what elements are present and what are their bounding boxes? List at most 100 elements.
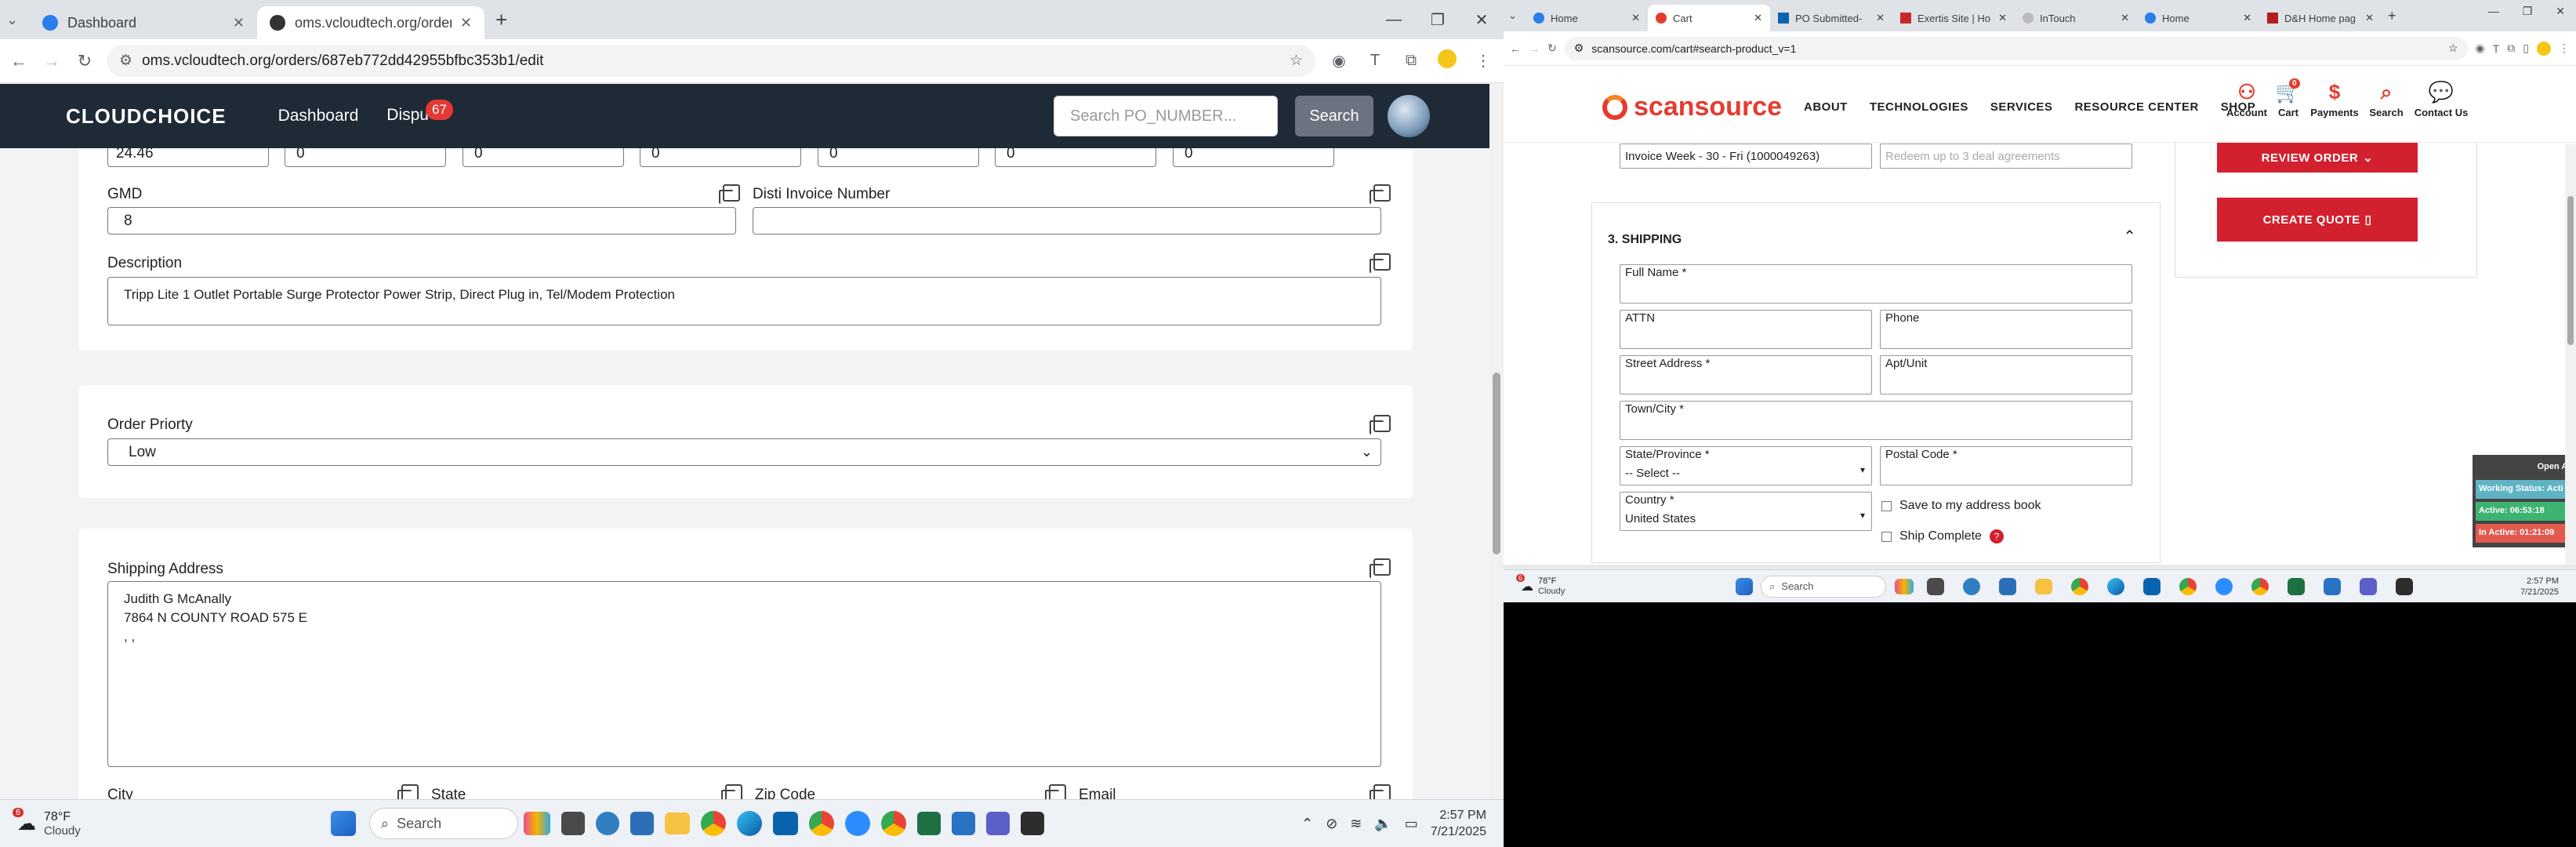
postal-field[interactable]: Postal Code * — [1880, 446, 2132, 485]
copy-icon[interactable] — [1370, 558, 1391, 578]
file-explorer-icon[interactable] — [561, 812, 585, 835]
shipping-address-textarea[interactable]: Judith G McAnally 7864 N COUNTY ROAD 575… — [107, 581, 1381, 767]
menu-icon[interactable]: ⋮ — [1471, 51, 1496, 71]
nav-about[interactable]: ABOUT — [1804, 100, 1848, 114]
copy-icon[interactable] — [719, 184, 740, 204]
ship-complete-checkbox[interactable] — [1881, 531, 1892, 542]
sticky-notes-icon[interactable] — [2396, 577, 2413, 595]
tab-search-icon[interactable]: ⌄ — [1508, 9, 1526, 22]
search-button[interactable]: Search — [1295, 96, 1373, 136]
street-field[interactable]: Street Address * — [1620, 355, 1872, 394]
calculator-icon[interactable] — [1999, 577, 2016, 595]
weather-widget[interactable]: ☁ 6 78°F Cloudy — [13, 807, 221, 838]
chrome-icon[interactable] — [881, 811, 906, 836]
contact-link[interactable]: 💬 Contact Us — [2410, 80, 2473, 118]
profile-icon[interactable] — [2537, 41, 2551, 56]
phone-field[interactable]: Phone — [1880, 310, 2132, 349]
url-field[interactable]: ⚙ oms.vcloudtech.org/orders/687eb772dd42… — [107, 45, 1315, 77]
scrollbar-thumb[interactable] — [1493, 373, 1500, 554]
copy-icon[interactable] — [1045, 784, 1066, 799]
close-icon[interactable]: ✕ — [1998, 12, 2007, 24]
tab-home[interactable]: Home ✕ — [1526, 5, 1648, 31]
app-icon[interactable] — [1963, 577, 1980, 595]
forward-icon[interactable]: → — [1529, 42, 1540, 55]
close-icon[interactable]: ✕ — [1754, 12, 1762, 24]
create-quote-button[interactable]: CREATE QUOTE ▯ — [2217, 198, 2418, 242]
town-field[interactable]: Town/City * — [1620, 401, 2132, 440]
calculator-icon[interactable] — [630, 812, 654, 835]
outlook-icon[interactable] — [773, 812, 798, 835]
full-name-field[interactable]: Full Name * — [1620, 264, 2132, 304]
close-icon[interactable]: ✕ — [225, 15, 245, 31]
translate-icon[interactable]: T — [1362, 52, 1388, 70]
close-icon[interactable]: ✕ — [2365, 12, 2374, 24]
maximize-icon[interactable]: ❐ — [2523, 5, 2533, 18]
help-icon[interactable]: ? — [1989, 529, 2004, 543]
state-select[interactable]: State/Province * -- Select -- ▾ — [1620, 446, 1872, 485]
url-field[interactable]: ⚙ scansource.com/cart#search-product_v=1 ☆ — [1564, 36, 2468, 60]
bookmark-star-icon[interactable]: ☆ — [1290, 52, 1303, 70]
description-textarea[interactable]: Tripp Lite 1 Outlet Portable Surge Prote… — [107, 277, 1381, 325]
chrome-icon[interactable] — [2251, 577, 2269, 595]
copy-icon[interactable] — [1370, 415, 1391, 434]
price-field-4[interactable]: 0 — [640, 148, 801, 167]
taskbar-search[interactable]: ⌕ Search — [369, 808, 518, 839]
folder-icon[interactable] — [665, 812, 690, 834]
chrome-icon[interactable] — [701, 811, 726, 836]
sticky-notes-icon[interactable] — [1021, 812, 1044, 835]
forward-icon[interactable]: → — [41, 51, 63, 71]
tab-orders[interactable]: oms.vcloudtech.org/orders/687 ✕ — [257, 6, 484, 39]
apt-field[interactable]: Apt/Unit — [1880, 355, 2132, 394]
tab-dh[interactable]: D&H Home pag ✕ — [2259, 5, 2382, 31]
nav-technologies[interactable]: TECHNOLOGIES — [1870, 100, 1968, 114]
scrollbar-thumb[interactable] — [2567, 196, 2574, 345]
profile-icon[interactable] — [1435, 49, 1460, 73]
attn-field[interactable]: ATTN — [1620, 310, 1872, 349]
widgets-icon[interactable] — [1895, 578, 1914, 594]
deal-field[interactable]: Redeem up to 3 deal agreements — [1880, 144, 2132, 169]
po-search-input[interactable]: Search PO_NUMBER... — [1054, 96, 1278, 136]
new-tab-icon[interactable]: + — [495, 8, 507, 32]
tab-cart[interactable]: Cart ✕ — [1648, 5, 1770, 31]
ship-complete-checkbox-row[interactable]: Ship Complete ? — [1881, 529, 2004, 543]
copy-icon[interactable] — [1370, 784, 1391, 799]
copy-icon[interactable] — [1370, 253, 1391, 273]
chevron-up-icon[interactable]: ⌃ — [1301, 816, 1313, 832]
taskbar-search[interactable]: ⌕ Search — [1761, 575, 1886, 598]
close-icon[interactable]: ✕ — [1876, 12, 1885, 24]
open-app-button[interactable]: Open Ap — [2476, 458, 2576, 477]
payments-link[interactable]: $ Payments — [2306, 80, 2363, 118]
price-field-5[interactable]: 0 — [818, 148, 979, 167]
app-icon[interactable] — [596, 812, 619, 835]
translate-icon[interactable]: T — [2493, 42, 2500, 55]
excel-icon[interactable] — [917, 812, 941, 835]
tab-intouch[interactable]: InTouch ✕ — [2015, 5, 2137, 31]
zoom-icon[interactable] — [845, 811, 870, 836]
search-link[interactable]: ⌕ Search — [2363, 80, 2410, 118]
chrome-icon[interactable] — [2179, 577, 2197, 595]
invoice-field[interactable]: Invoice Week - 30 - Fri (1000049263) — [1620, 144, 1872, 169]
price-field-1[interactable]: 24.46 — [107, 148, 269, 167]
close-icon[interactable]: ✕ — [452, 15, 472, 31]
outlook-icon[interactable] — [2143, 577, 2161, 595]
save-address-checkbox[interactable] — [1881, 500, 1892, 511]
clock[interactable]: 2:57 PM 7/21/2025 — [2520, 576, 2559, 598]
save-address-checkbox-row[interactable]: Save to my address book — [1881, 499, 2041, 513]
nav-disputes[interactable]: Dispu 67 — [386, 100, 453, 126]
extension-icon[interactable]: ◉ — [2476, 42, 2485, 55]
nav-resource-center[interactable]: RESOURCE CENTER — [2074, 100, 2198, 114]
back-icon[interactable]: ← — [8, 51, 30, 71]
tab-exertis[interactable]: Exertis Site | Ho ✕ — [1892, 5, 2015, 31]
wifi-icon[interactable]: ≋ — [1350, 816, 1362, 832]
windows-start-icon[interactable] — [331, 811, 356, 836]
copy-icon[interactable] — [721, 784, 742, 799]
edge-icon[interactable] — [2107, 577, 2124, 595]
collapse-icon[interactable]: ⌃ — [2123, 227, 2136, 246]
close-icon[interactable]: ✕ — [1631, 12, 1640, 24]
new-tab-icon[interactable]: + — [2388, 8, 2396, 24]
close-window-icon[interactable]: ✕ — [2556, 5, 2565, 18]
price-field-2[interactable]: 0 — [285, 148, 446, 167]
chrome-icon[interactable] — [809, 811, 834, 836]
chrome-icon[interactable] — [2071, 577, 2088, 595]
tab-dashboard[interactable]: Dashboard ✕ — [30, 6, 257, 39]
